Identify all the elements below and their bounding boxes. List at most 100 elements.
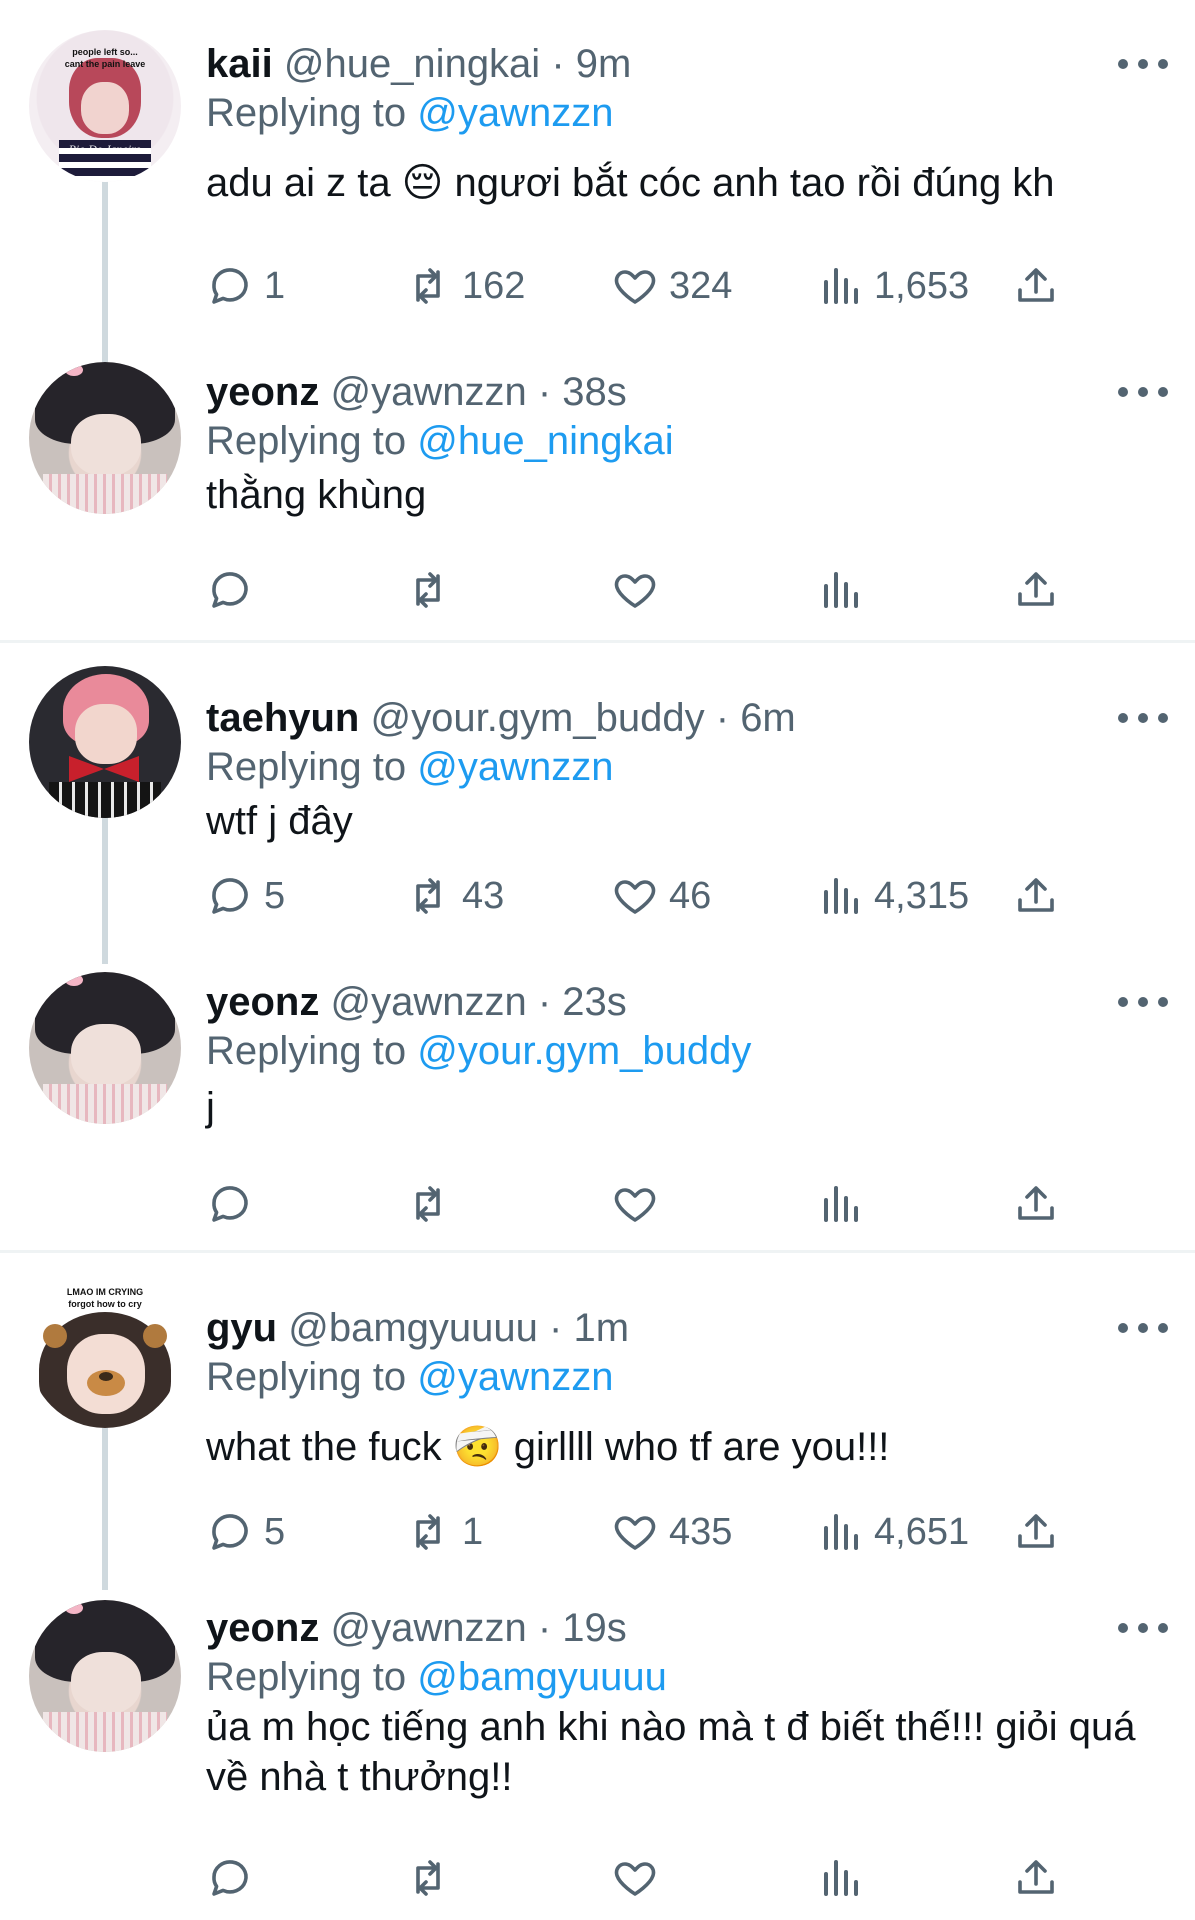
replying-prefix: Replying to bbox=[206, 1655, 407, 1699]
tweet[interactable]: people left so... cant the pain leave Ri… bbox=[0, 0, 1195, 366]
like-button[interactable]: 46 bbox=[611, 868, 711, 924]
handle[interactable]: @yawnzzn bbox=[330, 1606, 526, 1650]
more-icon[interactable] bbox=[1113, 990, 1173, 1014]
replying-prefix: Replying to bbox=[206, 91, 407, 135]
retweet-icon bbox=[416, 878, 440, 914]
display-name[interactable]: gyu bbox=[206, 1306, 277, 1350]
views-button[interactable]: 4,315 bbox=[816, 868, 969, 924]
tweet[interactable]: LMAO IM CRYING forgot how to cry gyu @ba… bbox=[0, 1254, 1195, 1590]
more-icon[interactable] bbox=[1113, 1616, 1173, 1640]
timestamp[interactable]: 1m bbox=[573, 1306, 629, 1350]
separator-dot: · bbox=[715, 696, 730, 740]
like-icon bbox=[614, 1862, 656, 1896]
tweet[interactable]: yeonz @yawnzzn · 19s Replying to @bamgyu… bbox=[0, 1584, 1195, 1920]
action-bar bbox=[206, 1176, 1066, 1232]
views-icon bbox=[824, 572, 858, 608]
display-name[interactable]: yeonz bbox=[206, 370, 319, 414]
like-button[interactable] bbox=[611, 1850, 659, 1906]
views-button[interactable]: 4,651 bbox=[816, 1504, 969, 1560]
more-icon[interactable] bbox=[1113, 52, 1173, 76]
avatar[interactable] bbox=[29, 1600, 181, 1752]
retweet-button[interactable]: 43 bbox=[404, 868, 504, 924]
replying-mention[interactable]: @yawnzzn bbox=[417, 745, 613, 789]
handle[interactable]: @yawnzzn bbox=[330, 980, 526, 1024]
reply-button[interactable] bbox=[206, 1176, 254, 1232]
reply-button[interactable] bbox=[206, 562, 254, 618]
like-button[interactable] bbox=[611, 1176, 659, 1232]
like-button[interactable]: 324 bbox=[611, 258, 732, 314]
more-icon[interactable] bbox=[1113, 380, 1173, 404]
reply-button[interactable] bbox=[206, 1850, 254, 1906]
display-name[interactable]: yeonz bbox=[206, 1606, 319, 1650]
replying-mention[interactable]: @yawnzzn bbox=[417, 1355, 613, 1399]
handle[interactable]: @your.gym_buddy bbox=[370, 696, 704, 740]
avatar[interactable]: people left so... cant the pain leave Ri… bbox=[29, 30, 181, 182]
retweet-icon bbox=[416, 268, 440, 304]
timestamp[interactable]: 6m bbox=[740, 696, 796, 740]
handle[interactable]: @yawnzzn bbox=[330, 370, 526, 414]
more-icon[interactable] bbox=[1113, 706, 1173, 730]
replying-mention[interactable]: @bamgyuuuu bbox=[417, 1655, 667, 1699]
share-button[interactable] bbox=[1012, 258, 1060, 314]
like-count: 324 bbox=[669, 264, 733, 307]
views-button[interactable] bbox=[816, 1176, 864, 1232]
retweet-button[interactable] bbox=[404, 1176, 452, 1232]
avatar[interactable] bbox=[29, 362, 181, 514]
views-button[interactable] bbox=[816, 1850, 864, 1906]
reply-icon bbox=[212, 1514, 248, 1550]
like-button[interactable]: 435 bbox=[611, 1504, 732, 1560]
share-icon bbox=[1018, 878, 1054, 912]
reply-button[interactable]: 1 bbox=[206, 258, 285, 314]
tweet-text: j bbox=[206, 1085, 215, 1129]
avatar[interactable]: LMAO IM CRYING forgot how to cry bbox=[29, 1276, 181, 1428]
action-bar bbox=[206, 1850, 1066, 1906]
replying-to: Replying to @yawnzzn bbox=[206, 88, 1155, 138]
timestamp[interactable]: 9m bbox=[576, 42, 632, 86]
display-name[interactable]: taehyun bbox=[206, 696, 359, 740]
replying-mention[interactable]: @hue_ningkai bbox=[417, 419, 673, 463]
tweet[interactable]: yeonz @yawnzzn · 23s Replying to @your.g… bbox=[0, 960, 1195, 1250]
like-button[interactable] bbox=[611, 562, 659, 618]
timestamp[interactable]: 19s bbox=[562, 1606, 627, 1650]
retweet-button[interactable]: 1 bbox=[404, 1504, 483, 1560]
like-icon bbox=[614, 880, 656, 914]
thread-divider bbox=[0, 640, 1195, 643]
retweet-count: 1 bbox=[462, 1510, 484, 1553]
replying-prefix: Replying to bbox=[206, 419, 407, 463]
separator-dot: · bbox=[537, 1606, 552, 1650]
reply-button[interactable]: 5 bbox=[206, 868, 285, 924]
share-button[interactable] bbox=[1012, 1176, 1060, 1232]
tweet-text: ủa m học tiếng anh khi nào mà t đ biết t… bbox=[206, 1705, 1136, 1799]
more-icon[interactable] bbox=[1113, 1316, 1173, 1340]
timestamp[interactable]: 23s bbox=[562, 980, 627, 1024]
action-bar bbox=[206, 562, 1066, 618]
share-button[interactable] bbox=[1012, 562, 1060, 618]
reply-icon bbox=[212, 1186, 248, 1222]
retweet-icon bbox=[416, 1860, 440, 1896]
avatar[interactable] bbox=[29, 972, 181, 1124]
retweet-button[interactable] bbox=[404, 562, 452, 618]
reply-button[interactable]: 5 bbox=[206, 1504, 285, 1560]
avatar[interactable] bbox=[29, 666, 181, 818]
retweet-button[interactable]: 162 bbox=[404, 258, 525, 314]
tweet-header: yeonz @yawnzzn · 23s bbox=[206, 978, 1155, 1026]
display-name[interactable]: yeonz bbox=[206, 980, 319, 1024]
tweet[interactable]: yeonz @yawnzzn · 38s Replying to @hue_ni… bbox=[0, 322, 1195, 640]
views-button[interactable] bbox=[816, 562, 864, 618]
display-name[interactable]: kaii bbox=[206, 42, 273, 86]
share-button[interactable] bbox=[1012, 1850, 1060, 1906]
replying-mention[interactable]: @yawnzzn bbox=[417, 91, 613, 135]
replying-to: Replying to @bamgyuuuu bbox=[206, 1652, 1155, 1702]
reply-icon bbox=[212, 268, 248, 304]
replying-mention[interactable]: @your.gym_buddy bbox=[417, 1029, 751, 1073]
replying-prefix: Replying to bbox=[206, 1029, 407, 1073]
share-button[interactable] bbox=[1012, 868, 1060, 924]
tweet[interactable]: taehyun @your.gym_buddy · 6m Replying to… bbox=[0, 644, 1195, 964]
retweet-button[interactable] bbox=[404, 1850, 452, 1906]
views-button[interactable]: 1,653 bbox=[816, 258, 969, 314]
timestamp[interactable]: 38s bbox=[562, 370, 627, 414]
share-button[interactable] bbox=[1012, 1504, 1060, 1560]
share-icon bbox=[1018, 1860, 1054, 1894]
handle[interactable]: @hue_ningkai bbox=[284, 42, 540, 86]
handle[interactable]: @bamgyuuuu bbox=[288, 1306, 538, 1350]
